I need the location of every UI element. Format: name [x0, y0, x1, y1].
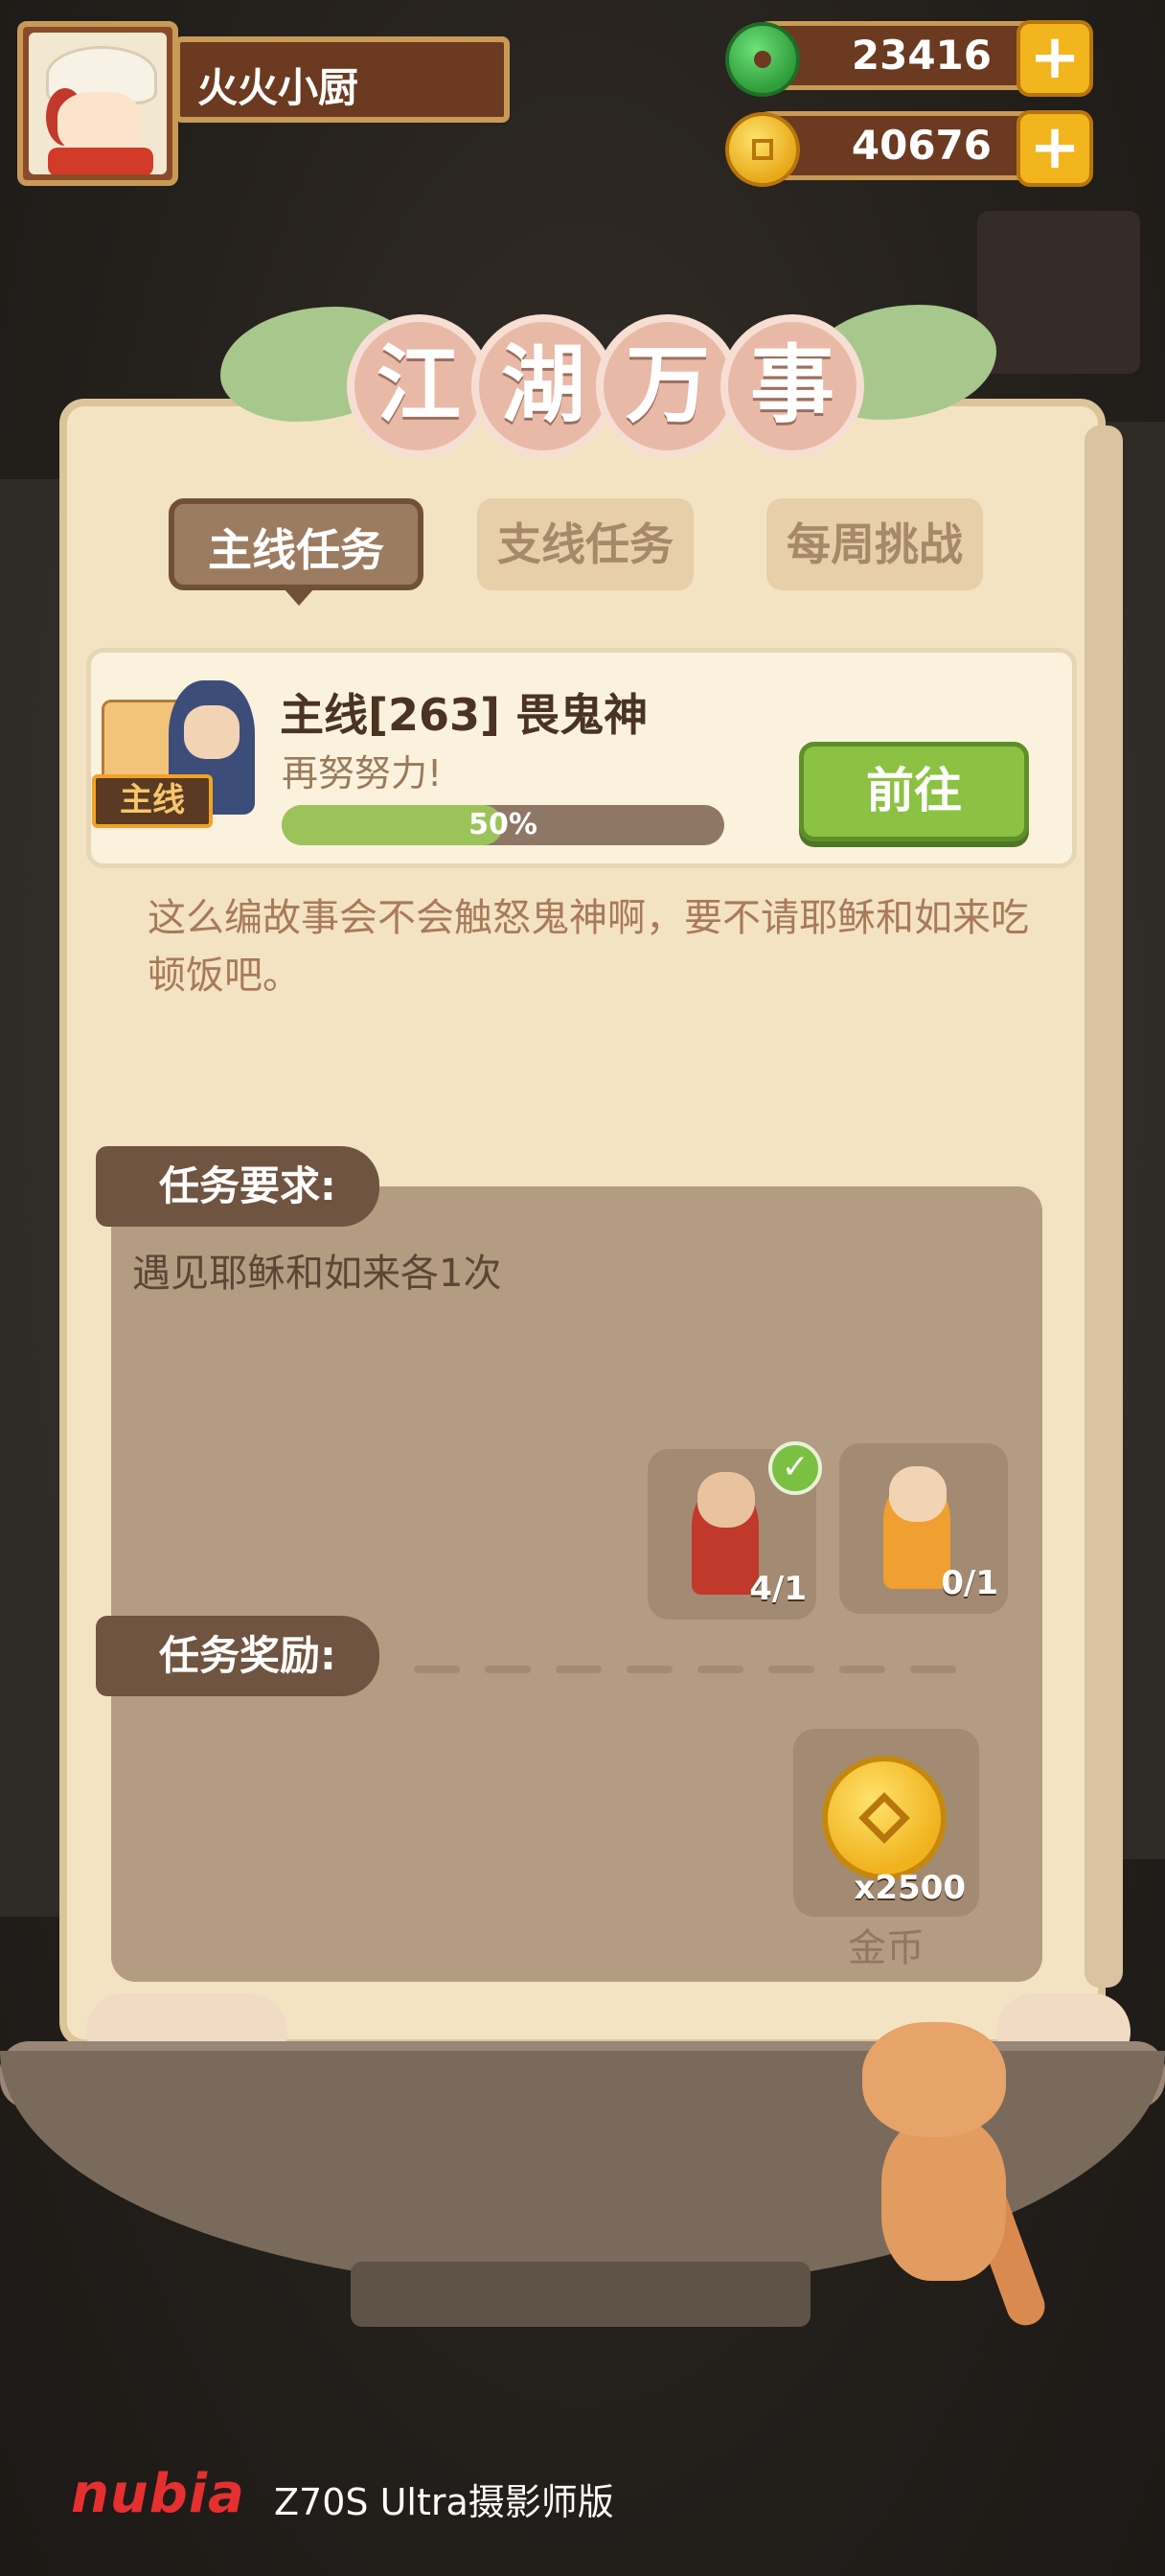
quest-story-text: 这么编故事会不会触怒鬼神啊，要不请耶稣和如来吃顿饭吧。	[148, 896, 1029, 998]
title-char-2: 湖	[471, 314, 615, 458]
reward-name: 金币	[848, 1926, 925, 1970]
tab-main-quests[interactable]: 主线任务	[169, 498, 423, 590]
jade-resource-bar: 23416 +	[725, 20, 1093, 97]
bowl-base	[351, 2262, 811, 2327]
camera-model-watermark: Z70S Ultra摄影师版	[274, 2481, 614, 2523]
title-char-3: 万	[596, 314, 740, 458]
player-name: 火火小厨	[197, 64, 359, 111]
quest-title: 主线[263] 畏鬼神	[280, 689, 649, 741]
panel-title: 江 湖 万 事	[220, 297, 996, 460]
character-count: 0/1	[941, 1564, 998, 1602]
player-name-plate: 火火小厨	[174, 36, 510, 123]
camera-brand-watermark: nubia	[71, 2463, 245, 2525]
active-tab-indicator	[284, 588, 314, 606]
requirements-text: 遇见耶稣和如来各1次	[132, 1252, 502, 1296]
requirement-character-buddha[interactable]: 0/1	[839, 1443, 1008, 1614]
main-quest-tag: 主线	[92, 774, 213, 828]
avatar-image	[29, 33, 167, 174]
quest-progress-bar: 50%	[282, 805, 724, 845]
cat-mascot	[843, 2022, 1054, 2332]
reward-count: x2500	[854, 1869, 966, 1907]
scroll-roll	[1085, 426, 1123, 1988]
check-icon: ✓	[768, 1441, 822, 1495]
coin-resource-bar: 40676 +	[725, 110, 1093, 187]
player-avatar[interactable]	[17, 21, 178, 186]
coin-icon	[725, 112, 800, 187]
reward-item[interactable]: x2500	[793, 1729, 979, 1917]
rewards-header: 任务奖励:	[96, 1616, 379, 1696]
tab-weekly-challenge[interactable]: 每周挑战	[766, 498, 983, 590]
title-char-4: 事	[720, 314, 864, 458]
jade-value: 23416	[851, 32, 992, 79]
gold-coin-icon	[822, 1756, 947, 1880]
coin-value: 40676	[851, 122, 992, 169]
requirements-header: 任务要求:	[96, 1146, 379, 1227]
tab-side-quests[interactable]: 支线任务	[477, 498, 694, 590]
go-button[interactable]: 前往	[799, 742, 1029, 841]
quest-subtitle: 再努努力!	[282, 752, 443, 794]
jade-icon	[725, 22, 800, 97]
progress-label: 50%	[468, 808, 537, 841]
add-jade-button[interactable]: +	[1017, 20, 1093, 97]
title-char-1: 江	[347, 314, 491, 458]
add-coins-button[interactable]: +	[1017, 110, 1093, 187]
character-count: 4/1	[749, 1570, 807, 1608]
